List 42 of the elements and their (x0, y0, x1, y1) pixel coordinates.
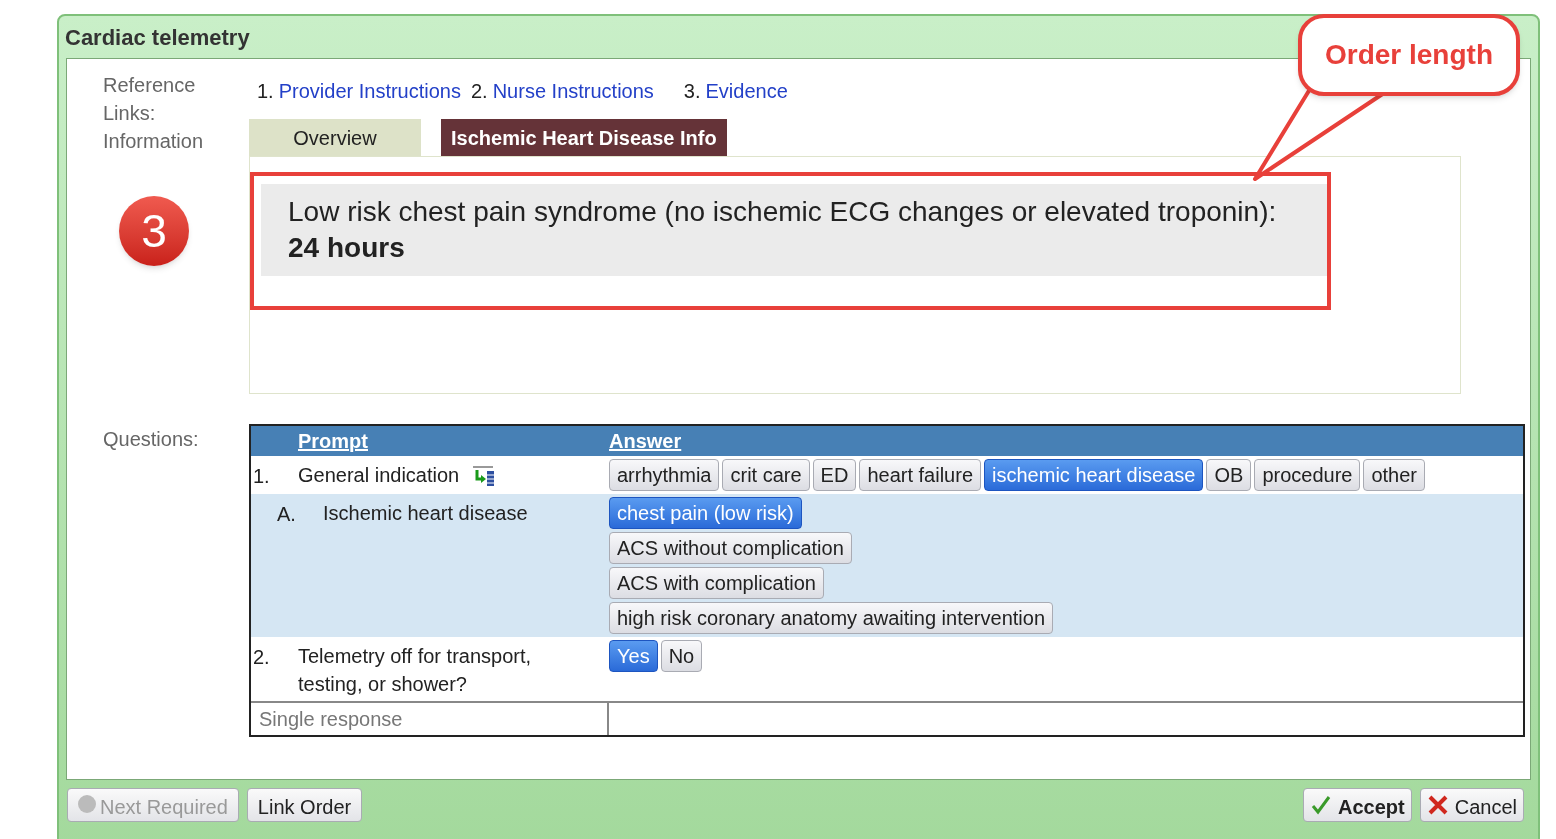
tab[interactable]: Overview (249, 119, 421, 156)
tab[interactable]: Ischemic Heart Disease Info (441, 119, 727, 156)
field-label: Information (103, 129, 205, 154)
answer-option[interactable]: No (660, 640, 703, 672)
question-number: 1. (252, 464, 271, 489)
question-number: A. (276, 502, 297, 527)
answer-option[interactable]: ACS with complication (609, 567, 824, 599)
question-number: 2. (252, 645, 271, 670)
question-prompt: Ischemic heart disease (323, 501, 528, 526)
answer-option[interactable]: Yes (609, 640, 658, 672)
field-label: Reference Links: (103, 73, 197, 126)
answer-option[interactable]: ED (812, 459, 857, 491)
window-title: Cardiac telemetry (65, 23, 250, 52)
column-header[interactable]: Answer (609, 426, 682, 456)
info-text: Low risk chest pain syndrome (no ischemic ECG changes or elevated troponin): 24 hours (261, 184, 1327, 276)
link-number: 2. (471, 79, 488, 104)
cancel-button[interactable]: Cancel (1419, 788, 1524, 822)
check-icon (1310, 794, 1333, 816)
reference-link[interactable]: Provider Instructions (278, 76, 461, 106)
answer-option[interactable]: chest pain (low risk) (609, 497, 802, 529)
answer-option[interactable]: other (1363, 459, 1426, 491)
reference-link[interactable]: Nurse Instructions (492, 76, 654, 106)
reference-link[interactable]: Evidence (705, 76, 788, 106)
answer-option[interactable]: ACS without complication (609, 532, 852, 564)
link-number: 3. (683, 79, 701, 104)
answer-option[interactable]: procedure (1254, 459, 1361, 491)
answer-option[interactable]: heart failure (859, 459, 982, 491)
column-header[interactable]: Prompt (298, 426, 609, 456)
answer-option[interactable]: arrhythmia (609, 459, 720, 491)
link-number: 1. (257, 79, 274, 104)
question-prompt: Telemetry off for transport, testing, or shower? (298, 644, 533, 697)
footer-button[interactable]: Link Order (246, 788, 363, 822)
field-label: Questions: (103, 427, 200, 452)
question-prompt: General indication (298, 463, 460, 488)
answer-option[interactable]: high risk coronary anatomy awaiting intervention (609, 602, 1053, 634)
answer-option[interactable]: crit care (722, 459, 810, 491)
accept-button[interactable]: Accept (1303, 788, 1412, 822)
callout: Order length (1298, 14, 1520, 96)
response-type: Single response (251, 703, 609, 735)
close-icon (1426, 794, 1449, 816)
answer-option[interactable]: ischemic heart disease (984, 459, 1204, 491)
answer-option[interactable]: OB (1206, 459, 1252, 491)
